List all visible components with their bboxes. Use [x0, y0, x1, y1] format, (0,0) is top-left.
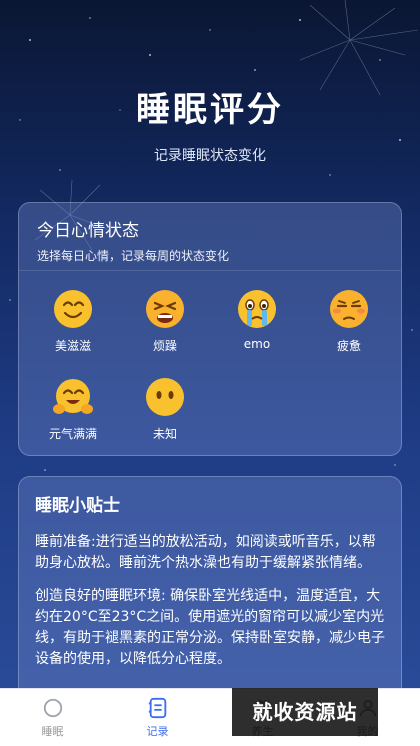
mood-item-irritated[interactable]: 烦躁 — [119, 289, 211, 363]
mood-label: emo — [243, 337, 271, 351]
anguish-icon — [146, 290, 184, 328]
neutral-icon — [146, 378, 184, 416]
tab-record[interactable]: 记录 — [105, 689, 210, 746]
mood-item-unknown[interactable]: 未知 — [119, 377, 211, 451]
tired-icon — [330, 290, 368, 328]
mood-label: 烦躁 — [152, 339, 177, 353]
mood-card-header: 今日心情状态 选择每日心情，记录每周的状态变化 — [19, 203, 401, 271]
smile-icon — [54, 290, 92, 328]
mood-item-emo[interactable]: emo — [211, 289, 303, 363]
tab-label: 睡眠 — [41, 725, 64, 738]
tip-paragraph: 创造良好的睡眠环境: 确保卧室光线适中，温度适宜，大约在20°C至23°C之间。… — [35, 588, 385, 667]
sleep-tips-title: 睡眠小贴士 — [35, 496, 120, 516]
moon-icon — [43, 698, 62, 718]
mood-card: 今日心情状态 选择每日心情，记录每周的状态变化 美滋滋 烦躁 emo 疲惫 元气… — [18, 202, 402, 456]
mood-label: 疲惫 — [336, 339, 361, 353]
tab-label: 记录 — [146, 725, 169, 738]
cheer-icon — [53, 379, 93, 414]
tip-paragraph: 睡前准备:进行适当的放松活动，如阅读或听音乐，以帮助身心放松。睡前洗个热水澡也有… — [35, 534, 376, 571]
tab-sleep[interactable]: 睡眠 — [0, 689, 105, 746]
mood-label: 元气满满 — [48, 427, 97, 441]
watermark-overlay: 就收资源站 — [232, 688, 378, 736]
mood-label: 美滋滋 — [54, 339, 91, 353]
mood-item-energetic[interactable]: 元气满满 — [27, 377, 119, 451]
mood-item-tired[interactable]: 疲惫 — [303, 289, 395, 363]
mood-card-description: 选择每日心情，记录每周的状态变化 — [37, 249, 230, 263]
page-title: 睡眠评分 — [136, 90, 284, 130]
crying-icon — [238, 290, 276, 328]
mood-label: 未知 — [152, 427, 177, 441]
page-subtitle: 记录睡眠状态变化 — [154, 148, 266, 164]
record-icon — [148, 697, 166, 719]
mood-card-title: 今日心情状态 — [37, 221, 139, 241]
mood-item-happy[interactable]: 美滋滋 — [27, 289, 119, 363]
